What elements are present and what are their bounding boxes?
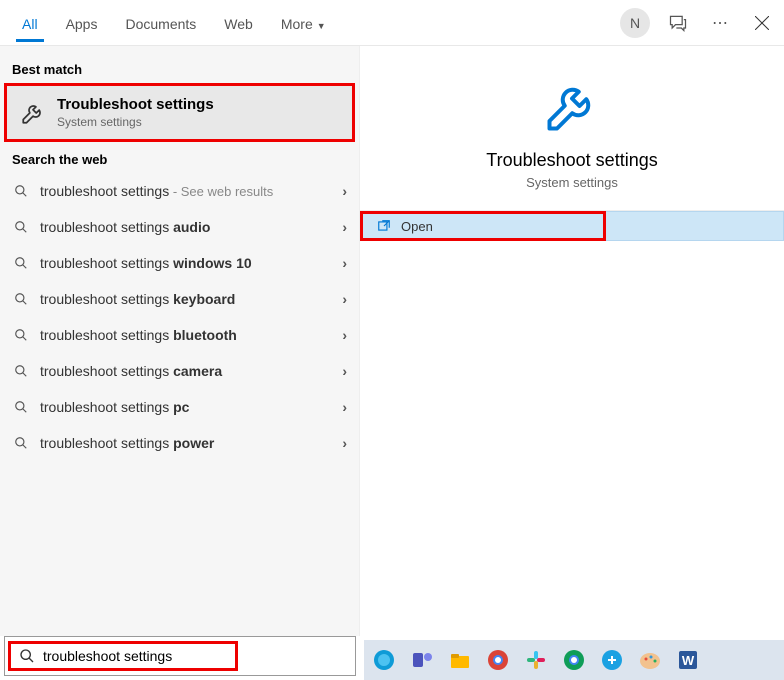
web-result-item[interactable]: troubleshoot settings windows 10› xyxy=(6,245,353,281)
taskbar-paint-icon[interactable] xyxy=(636,646,664,674)
tab-more-label: More xyxy=(281,16,313,32)
tab-web[interactable]: Web xyxy=(210,4,267,42)
web-result-text: troubleshoot settings audio xyxy=(30,219,342,235)
chevron-right-icon: › xyxy=(342,219,347,235)
taskbar-tool-icon[interactable] xyxy=(598,646,626,674)
tab-more[interactable]: More ▼ xyxy=(267,4,340,42)
web-result-text: troubleshoot settings windows 10 xyxy=(30,255,342,271)
web-results-list: troubleshoot settings - See web results›… xyxy=(0,173,359,461)
web-result-item[interactable]: troubleshoot settings power› xyxy=(6,425,353,461)
preview-actions: Open xyxy=(360,211,784,241)
filter-tabs: All Apps Documents Web More ▼ xyxy=(8,4,340,42)
taskbar-slack-icon[interactable] xyxy=(522,646,550,674)
chevron-right-icon: › xyxy=(342,291,347,307)
chevron-right-icon: › xyxy=(342,363,347,379)
web-result-text: troubleshoot settings pc xyxy=(30,399,342,415)
tab-all[interactable]: All xyxy=(8,4,52,42)
search-icon xyxy=(12,328,30,342)
preview-subtitle: System settings xyxy=(526,175,618,190)
search-input[interactable] xyxy=(43,648,227,664)
taskbar-chrome-icon[interactable] xyxy=(484,646,512,674)
wrench-icon xyxy=(19,99,47,127)
svg-text:W: W xyxy=(682,653,695,668)
wrench-icon xyxy=(542,76,602,136)
search-icon xyxy=(12,292,30,306)
search-icon xyxy=(12,220,30,234)
tab-documents[interactable]: Documents xyxy=(111,4,210,42)
web-result-item[interactable]: troubleshoot settings keyboard› xyxy=(6,281,353,317)
web-result-item[interactable]: troubleshoot settings bluetooth› xyxy=(6,317,353,353)
header-actions: N ⋯ xyxy=(620,8,776,38)
search-icon xyxy=(12,364,30,378)
chevron-right-icon: › xyxy=(342,435,347,451)
feedback-icon[interactable] xyxy=(664,9,692,37)
more-options-icon[interactable]: ⋯ xyxy=(706,9,734,37)
web-result-text: troubleshoot settings camera xyxy=(30,363,342,379)
search-header: All Apps Documents Web More ▼ N ⋯ xyxy=(0,0,784,46)
web-result-item[interactable]: troubleshoot settings - See web results› xyxy=(6,173,353,209)
web-result-item[interactable]: troubleshoot settings pc› xyxy=(6,389,353,425)
best-match-title: Troubleshoot settings xyxy=(57,96,214,113)
web-result-text: troubleshoot settings bluetooth xyxy=(30,327,342,343)
chevron-right-icon: › xyxy=(342,327,347,343)
search-icon xyxy=(12,400,30,414)
search-icon xyxy=(12,184,30,198)
search-icon xyxy=(12,256,30,270)
search-icon xyxy=(12,436,30,450)
taskbar-chrome2-icon[interactable] xyxy=(560,646,588,674)
search-content: Best match Troubleshoot settings System … xyxy=(0,46,784,636)
search-web-heading: Search the web xyxy=(0,142,359,173)
preview-title: Troubleshoot settings xyxy=(486,150,657,171)
search-icon xyxy=(19,648,35,664)
chevron-down-icon: ▼ xyxy=(317,21,326,31)
preview-action-spacer xyxy=(606,211,784,241)
web-result-item[interactable]: troubleshoot settings camera› xyxy=(6,353,353,389)
taskbar-teams-icon[interactable] xyxy=(408,646,436,674)
results-panel: Best match Troubleshoot settings System … xyxy=(0,46,360,636)
close-icon[interactable] xyxy=(748,9,776,37)
best-match-text: Troubleshoot settings System settings xyxy=(57,96,214,129)
web-result-text: troubleshoot settings keyboard xyxy=(30,291,342,307)
chevron-right-icon: › xyxy=(342,255,347,271)
tab-apps[interactable]: Apps xyxy=(52,4,112,42)
open-label: Open xyxy=(401,219,433,234)
taskbar: W xyxy=(364,640,784,680)
chevron-right-icon: › xyxy=(342,399,347,415)
web-result-item[interactable]: troubleshoot settings audio› xyxy=(6,209,353,245)
best-match-result[interactable]: Troubleshoot settings System settings xyxy=(4,83,355,142)
search-inner xyxy=(8,641,238,671)
open-button[interactable]: Open xyxy=(360,211,606,241)
best-match-subtitle: System settings xyxy=(57,115,214,129)
preview-hero: Troubleshoot settings System settings xyxy=(360,46,784,211)
best-match-heading: Best match xyxy=(0,52,359,83)
open-icon xyxy=(377,219,391,233)
preview-panel: Troubleshoot settings System settings Op… xyxy=(360,46,784,636)
user-avatar[interactable]: N xyxy=(620,8,650,38)
chevron-right-icon: › xyxy=(342,183,347,199)
web-result-text: troubleshoot settings - See web results xyxy=(30,183,342,199)
taskbar-files-icon[interactable] xyxy=(446,646,474,674)
search-bar[interactable] xyxy=(4,636,356,676)
web-result-text: troubleshoot settings power xyxy=(30,435,342,451)
taskbar-edge-icon[interactable] xyxy=(370,646,398,674)
taskbar-word-icon[interactable]: W xyxy=(674,646,702,674)
